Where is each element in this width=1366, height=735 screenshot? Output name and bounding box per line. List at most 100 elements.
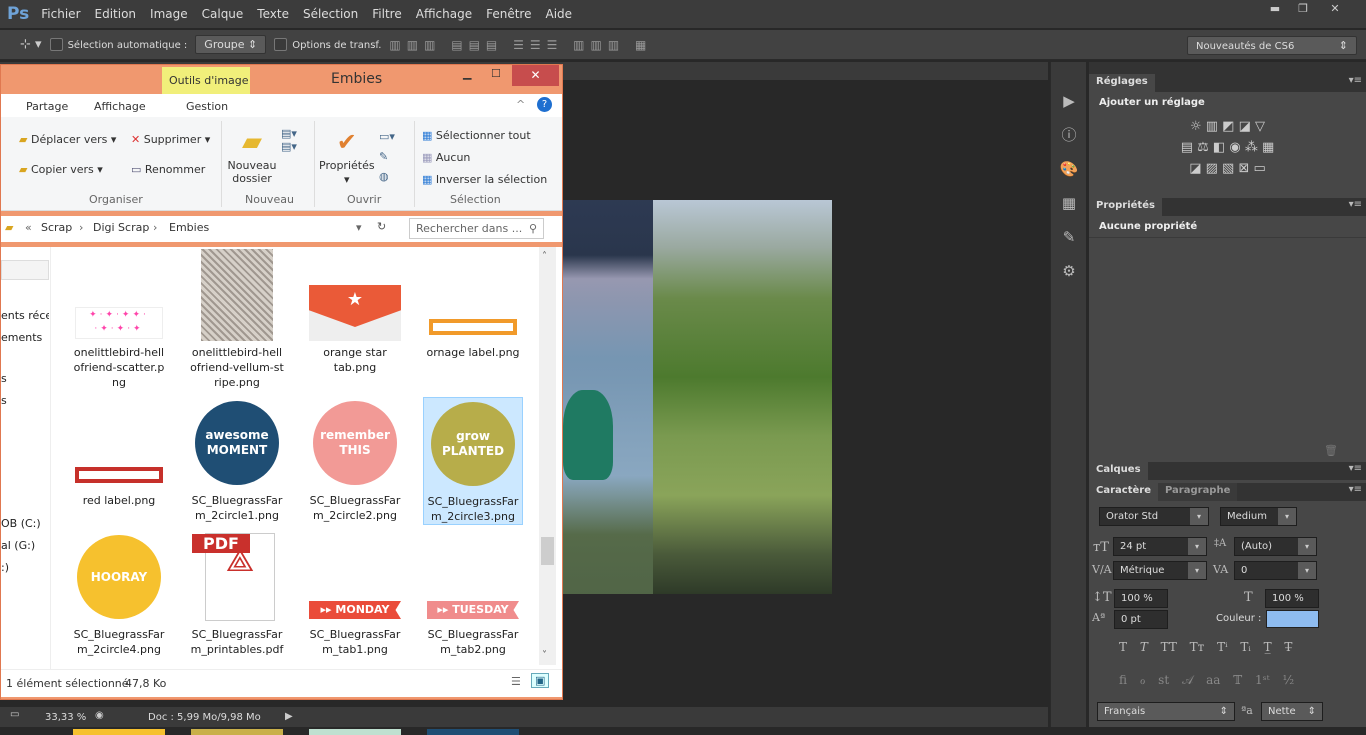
- file-thumbnail-partial[interactable]: [191, 729, 283, 735]
- menu-fenêtre[interactable]: Fenêtre: [486, 7, 531, 21]
- refresh-icon[interactable]: ↻: [377, 220, 386, 233]
- file-item[interactable]: ✦·✦·✦✦· ·✦·✦·✦ onelittlebird-hell ofriend-…: [69, 249, 169, 390]
- menu-filtre[interactable]: Filtre: [372, 7, 401, 21]
- help-icon[interactable]: ?: [537, 97, 552, 112]
- tool-presets-icon[interactable]: ⚙: [1051, 254, 1087, 288]
- move-tool-icon[interactable]: ⊹ ▾: [20, 37, 42, 52]
- address-dropdown-icon[interactable]: ▾: [356, 221, 362, 234]
- file-item[interactable]: HOORAY SC_BluegrassFar m_2circle4.png: [69, 531, 169, 657]
- file-item[interactable]: PDF ⟁ SC_BluegrassFar m_printables.pdf: [187, 531, 287, 657]
- tab-gestion[interactable]: Gestion: [186, 100, 228, 113]
- kerning-select[interactable]: Métrique ▾: [1113, 561, 1207, 580]
- type-style-buttons[interactable]: T 𝑇 TT Tт Tⁱ Tᵢ T̲ T̶: [1119, 640, 1292, 654]
- breadcrumb-scrap[interactable]: Scrap: [41, 221, 72, 234]
- explorer-close-button[interactable]: ✕: [512, 65, 559, 86]
- tracking-select[interactable]: 0 ▾: [1234, 561, 1317, 580]
- language-select[interactable]: Français ⇕: [1097, 702, 1235, 721]
- adjustment-icons-row3[interactable]: ◪ ▨ ▧ ⊠ ▭: [1089, 161, 1366, 176]
- image-tools-tab[interactable]: Outils d'image: [162, 67, 250, 94]
- menu-aide[interactable]: Aide: [545, 7, 572, 21]
- font-family-select[interactable]: Orator Std ▾: [1099, 507, 1209, 526]
- auto-select-checkbox[interactable]: Sélection automatique :: [49, 38, 187, 52]
- delete-button[interactable]: ✕ Supprimer ▾: [131, 133, 210, 146]
- search-input[interactable]: Rechercher dans ... ⚲: [409, 218, 544, 239]
- grid-icon[interactable]: ▦: [1051, 186, 1087, 220]
- new-item-icon[interactable]: ▤▾ ▤▾: [281, 127, 297, 153]
- document-canvas-photo[interactable]: [563, 200, 832, 594]
- trash-icon[interactable]: 🗑: [1324, 444, 1338, 457]
- tab-caractere[interactable]: Caractère: [1089, 483, 1158, 501]
- menu-affichage[interactable]: Affichage: [416, 7, 472, 21]
- file-thumbnail-partial[interactable]: [427, 729, 519, 735]
- invert-selection-button[interactable]: ▦ Inverser la sélection: [422, 173, 547, 186]
- adjustment-icons-row2[interactable]: ▤ ⚖ ◧ ◉ ⁂ ▦: [1089, 140, 1366, 155]
- file-item[interactable]: ▸▸ MONDAY SC_BluegrassFar m_tab1.png: [305, 531, 405, 657]
- breadcrumb-embies[interactable]: Embies: [169, 221, 209, 234]
- tab-proprietes[interactable]: Propriétés: [1089, 198, 1162, 216]
- select-none-button[interactable]: ▦ Aucun: [422, 151, 470, 164]
- panel-menu-icon[interactable]: ▾≡: [1349, 484, 1362, 495]
- status-menu-arrow[interactable]: ▶: [285, 711, 293, 722]
- tab-reglages[interactable]: Réglages: [1089, 74, 1155, 92]
- breadcrumb-digi-scrap[interactable]: Digi Scrap: [93, 221, 149, 234]
- large-icons-view-icon[interactable]: ▣: [531, 673, 550, 688]
- nav-item[interactable]: :): [1, 561, 49, 574]
- copy-to-button[interactable]: ▰ Copier vers ▾: [19, 163, 103, 176]
- nav-item[interactable]: s: [1, 372, 49, 385]
- file-thumbnail-partial[interactable]: [309, 729, 401, 735]
- collapse-ribbon-icon[interactable]: ^: [516, 98, 525, 111]
- file-item[interactable]: awesome MOMENT SC_BluegrassFar m_2circle1…: [187, 397, 287, 523]
- workspace-select[interactable]: Nouveautés de CS6 ⇕: [1187, 36, 1357, 55]
- file-item[interactable]: onelittlebird-hell ofriend-vellum-st rip…: [187, 249, 287, 390]
- palette-icon[interactable]: 🎨: [1051, 152, 1087, 186]
- file-thumbnail-partial[interactable]: [73, 729, 165, 735]
- menu-image[interactable]: Image: [150, 7, 188, 21]
- adjustment-icons-row1[interactable]: ☼ ▥ ◩ ◪ ▽: [1089, 119, 1366, 134]
- menu-fichier[interactable]: Fichier: [41, 7, 80, 21]
- nav-item[interactable]: ents récen: [1, 309, 49, 322]
- nav-item[interactable]: ements: [1, 331, 49, 344]
- tab-paragraphe[interactable]: Paragraphe: [1157, 483, 1238, 501]
- rename-button[interactable]: ▭ Renommer: [131, 163, 205, 176]
- font-style-select[interactable]: Medium ▾: [1220, 507, 1297, 526]
- leading-select[interactable]: (Auto) ▾: [1234, 537, 1317, 556]
- horizontal-scale-input[interactable]: 100 %: [1265, 589, 1319, 608]
- vertical-scale-input[interactable]: 100 %: [1114, 589, 1168, 608]
- menu-texte[interactable]: Texte: [257, 7, 289, 21]
- zoom-level[interactable]: 33,33 %: [45, 712, 86, 723]
- file-item[interactable]: red label.png: [69, 397, 169, 508]
- baseline-shift-input[interactable]: 0 pt: [1114, 610, 1168, 629]
- address-bar[interactable]: ▰ « Scrap › Digi Scrap › Embies ▾ ↻ Rech…: [1, 216, 562, 242]
- tab-affichage[interactable]: Affichage: [94, 100, 146, 113]
- file-item[interactable]: ▸▸ TUESDAY SC_BluegrassFar m_tab2.png: [423, 531, 523, 657]
- vertical-scrollbar[interactable]: ˄ ˅: [539, 247, 556, 665]
- font-size-select[interactable]: 24 pt ▾: [1113, 537, 1207, 556]
- screen-mode-icon[interactable]: ▭: [10, 709, 19, 720]
- select-all-button[interactable]: ▦ Sélectionner tout: [422, 129, 531, 142]
- restore-button[interactable]: ❐: [1290, 2, 1316, 18]
- text-color-swatch[interactable]: [1266, 610, 1319, 628]
- play-icon[interactable]: ▶: [1051, 84, 1087, 118]
- nav-item[interactable]: OB (C:): [1, 517, 49, 530]
- tab-partage[interactable]: Partage: [26, 100, 68, 113]
- transform-options-checkbox[interactable]: Options de transf.: [274, 38, 381, 52]
- group-select[interactable]: Groupe ⇕: [195, 35, 267, 54]
- explorer-maximize-button[interactable]: ☐: [491, 67, 501, 80]
- file-item[interactable]: remember THIS SC_BluegrassFar m_2circle2.…: [305, 397, 405, 523]
- info-icon[interactable]: ⓘ: [1051, 118, 1087, 152]
- file-item[interactable]: ornage label.png: [423, 249, 523, 360]
- panel-menu-icon[interactable]: ▾≡: [1349, 75, 1362, 86]
- details-view-icon[interactable]: ☰: [511, 675, 521, 688]
- nav-item[interactable]: s: [1, 394, 49, 407]
- open-icons[interactable]: ▭▾ ✎ ◍: [379, 127, 395, 187]
- file-item[interactable]: ★ orange star tab.png: [305, 249, 405, 375]
- move-to-button[interactable]: ▰ Déplacer vers ▾: [19, 133, 116, 146]
- file-item[interactable]: grow PLANTED SC_BluegrassFar m_2circle3.p…: [423, 397, 523, 525]
- nav-item[interactable]: al (G:): [1, 539, 49, 552]
- panel-menu-icon[interactable]: ▾≡: [1349, 199, 1362, 210]
- new-folder-button[interactable]: ▰ Nouveau dossier: [227, 125, 277, 185]
- panel-menu-icon[interactable]: ▾≡: [1349, 463, 1362, 474]
- menu-edition[interactable]: Edition: [95, 7, 137, 21]
- menu-sélection[interactable]: Sélection: [303, 7, 358, 21]
- minimize-button[interactable]: ▬: [1262, 2, 1288, 18]
